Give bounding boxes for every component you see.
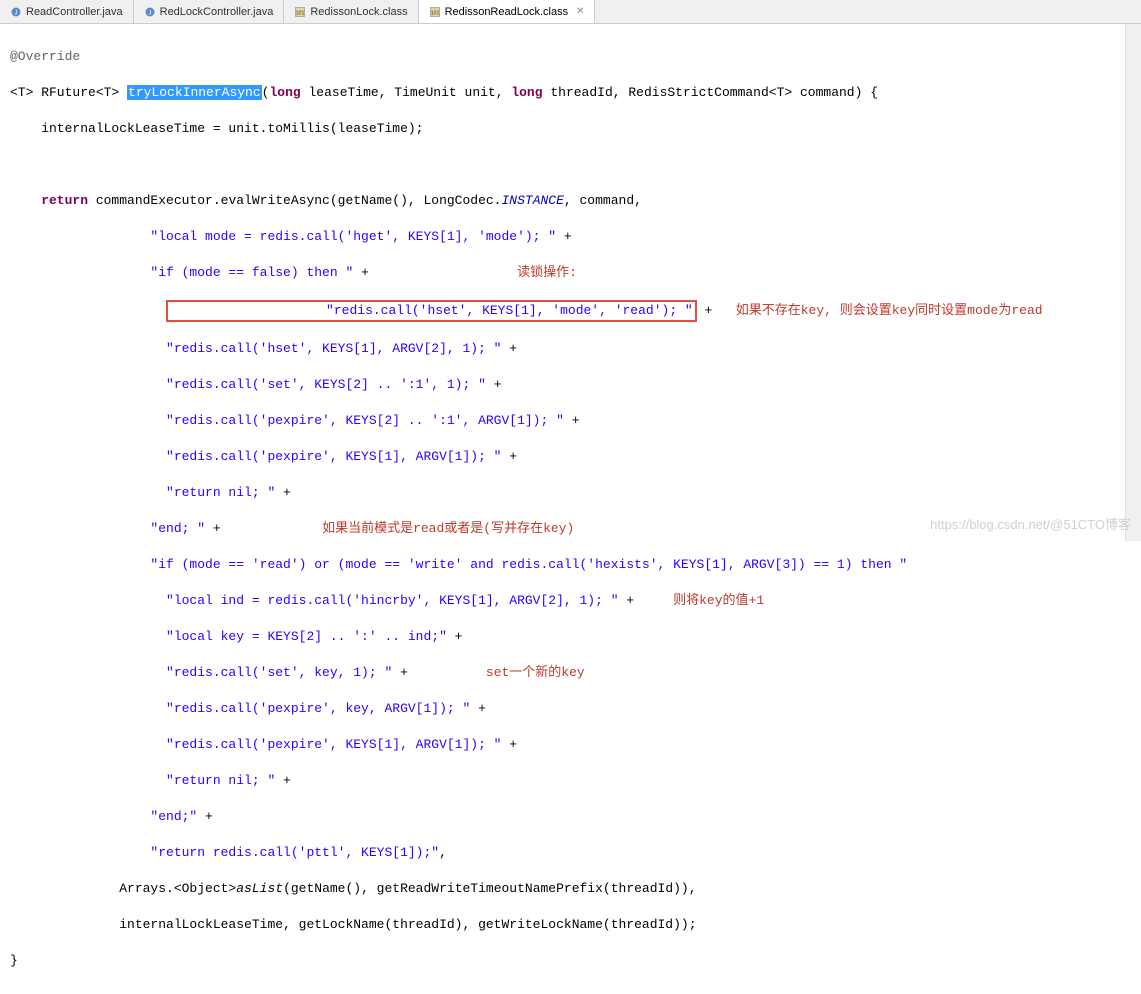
lua-string: "redis.call('set', KEYS[2] .. ':1', 1); … [10,377,486,392]
generic-decl: <T> RFuture<T> [10,85,127,100]
lua-string: "redis.call('pexpire', KEYS[1], ARGV[1])… [10,737,501,752]
annotation-text: set一个新的key [486,665,585,680]
svg-text:J: J [148,10,151,16]
tab-label: ReadController.java [26,6,123,18]
svg-text:101: 101 [430,10,439,16]
code-editor[interactable]: @Override <T> RFuture<T> tryLockInnerAsy… [0,24,1141,994]
annotation-text: 如果当前模式是read或者是(写并存在key) [322,521,574,536]
annotation-text: 读锁操作: [517,265,577,280]
java-file-icon: J [144,6,156,18]
lua-string: "local key = KEYS[2] .. ':' .. ind;" [10,629,447,644]
svg-text:101: 101 [296,10,305,16]
return-kw: return [10,193,88,208]
lua-string: "return nil; " [10,773,275,788]
static-field: INSTANCE [501,193,563,208]
annotation-text: 则将key的值+1 [673,593,764,608]
close-icon[interactable]: ✕ [576,6,584,17]
code-line: internalLockLeaseTime = unit.toMillis(le… [10,121,423,136]
code-line: internalLockLeaseTime, getLockName(threa… [10,917,697,932]
tab-label: RedissonLock.class [310,6,407,18]
tab-readcontroller[interactable]: J ReadController.java [0,0,134,23]
svg-text:J: J [15,10,18,16]
vertical-scrollbar[interactable] [1125,24,1141,541]
lua-string: "redis.call('hset', KEYS[1], ARGV[2], 1)… [10,341,501,356]
lua-string: "if (mode == false) then " [10,265,353,280]
lua-string: "redis.call('pexpire', key, ARGV[1]); " [10,701,470,716]
tab-redissonreadlock[interactable]: 101 RedissonReadLock.class ✕ [419,0,596,23]
lua-string: "return nil; " [10,485,275,500]
method-name-highlight: tryLockInnerAsync [127,85,262,100]
lua-string: "redis.call('set', key, 1); " [10,665,392,680]
class-file-icon: 101 [294,6,306,18]
class-file-icon: 101 [429,6,441,18]
lua-string: "if (mode == 'read') or (mode == 'write'… [10,557,907,572]
watermark-text: https://blog.csdn.net/@51CTO博客 [930,514,1131,533]
annotation: @Override [10,49,80,64]
annotation-text: 如果不存在key, 则会设置key同时设置mode为read [736,303,1043,318]
closing-brace: } [10,953,18,968]
lua-string: "return redis.call('pttl', KEYS[1]);" [10,845,439,860]
tab-label: RedLockController.java [160,6,274,18]
editor-tabs: J ReadController.java J RedLockControlle… [0,0,1141,24]
tab-redissonlock[interactable]: 101 RedissonLock.class [284,0,418,23]
lua-string: "local ind = redis.call('hincrby', KEYS[… [10,593,619,608]
java-file-icon: J [10,6,22,18]
code-line: Arrays.<Object> [10,881,236,896]
highlighted-box: "redis.call('hset', KEYS[1], 'mode', 're… [166,300,697,322]
lua-string: "local mode = redis.call('hget', KEYS[1]… [10,229,556,244]
lua-string: "end; " [10,521,205,536]
lua-string: "redis.call('pexpire', KEYS[1], ARGV[1])… [10,449,501,464]
lua-string: "redis.call('pexpire', KEYS[2] .. ':1', … [10,413,564,428]
lua-string: "end;" [10,809,197,824]
tab-label: RedissonReadLock.class [445,6,569,18]
tab-redlockcontroller[interactable]: J RedLockController.java [134,0,285,23]
